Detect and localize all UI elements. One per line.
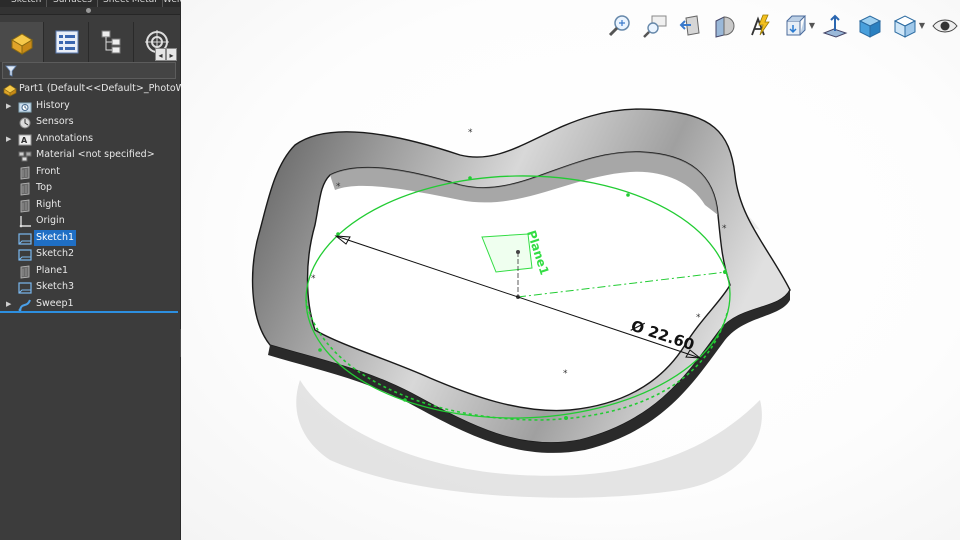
- plane-icon: [20, 182, 30, 196]
- svg-text:*: *: [696, 313, 701, 323]
- model-view: Plane1 Ø 22.60 * * * * * *: [251, 108, 791, 498]
- tree-item-label: Plane1: [36, 264, 69, 276]
- annotations-icon: A: [18, 134, 32, 145]
- tree-item-label: Sweep1: [36, 297, 74, 309]
- part-icon: [3, 84, 17, 97]
- command-tab-2[interactable]: Sheet Metal: [98, 0, 163, 7]
- filter-funnel-icon: [5, 65, 17, 77]
- sketch-icon: [18, 232, 32, 245]
- property-list-icon: [55, 30, 78, 54]
- graphics-area[interactable]: Plane1 Ø 22.60 * * * * * * ▼ ▼: [181, 0, 960, 540]
- plane-icon: [20, 199, 30, 212]
- tree-item-label: Sensors: [36, 116, 74, 127]
- tree-item-label: Front: [36, 165, 61, 177]
- svg-text:*: *: [336, 182, 341, 192]
- plane-icon: [20, 166, 30, 179]
- history-folder-icon: [18, 102, 32, 112]
- normal-to-button[interactable]: [820, 10, 850, 42]
- plane-icon: [20, 265, 30, 278]
- sketch-icon: [18, 282, 32, 294]
- display-style-button[interactable]: [855, 10, 885, 42]
- zoom-to-fit-button[interactable]: [605, 10, 635, 42]
- tree-item-label: Origin: [36, 215, 65, 226]
- svg-text:*: *: [722, 224, 727, 234]
- tab-configurationmanager[interactable]: [90, 22, 134, 62]
- svg-text:A: A: [21, 136, 28, 145]
- tree-item-label: History: [36, 99, 70, 111]
- manager-tabs: [0, 22, 180, 62]
- previous-view-icon: [679, 15, 700, 36]
- origin-icon: [19, 216, 31, 228]
- section-view-button[interactable]: [710, 10, 740, 42]
- display-style-icon: [858, 15, 882, 38]
- tree-rollback-bar[interactable]: [0, 311, 178, 313]
- command-tab-1[interactable]: Surfaces: [48, 0, 98, 7]
- display-mode-dropdown[interactable]: ▼: [918, 20, 926, 32]
- display-mode-button[interactable]: [890, 10, 920, 42]
- sweep1-body[interactable]: [251, 108, 791, 453]
- tab-propertymanager[interactable]: [45, 22, 89, 62]
- scroll-left-icon[interactable]: ◂: [155, 48, 166, 61]
- sensor-icon: [19, 117, 31, 129]
- sweep-icon: [18, 299, 31, 311]
- view-orientation-dropdown[interactable]: ▼: [808, 20, 816, 32]
- sketch-icon: [18, 249, 32, 261]
- expand-arrow-icon[interactable]: ▶: [6, 98, 12, 114]
- previous-view-button[interactable]: [675, 10, 705, 42]
- svg-text:*: *: [563, 369, 568, 379]
- configuration-tree-icon: [101, 30, 120, 54]
- zoom-to-area-icon: [643, 15, 667, 38]
- hide-show-button[interactable]: [930, 10, 960, 42]
- hidden-lines-icon: [893, 15, 917, 38]
- tree-item-label: Sketch2: [36, 248, 75, 259]
- tab-featuremanager[interactable]: [0, 22, 44, 62]
- dynamic-annotation-icon: [751, 14, 770, 36]
- normal-to-icon: [822, 14, 848, 38]
- zoom-to-area-button[interactable]: [640, 10, 670, 42]
- svg-text:*: *: [468, 128, 473, 138]
- splitter-grip-icon: [86, 8, 91, 13]
- expand-arrow-icon[interactable]: ▶: [6, 296, 12, 312]
- view-orientation-icon: [786, 15, 807, 36]
- dynamic-annotation-button[interactable]: [745, 10, 775, 42]
- command-tab-0[interactable]: Sketch: [6, 0, 48, 7]
- tree-item-label: Top: [36, 182, 53, 193]
- tree-item-label: Material <not specified>: [36, 149, 155, 160]
- hide-show-icon: [932, 19, 958, 33]
- part-tree-icon: [10, 33, 33, 55]
- material-icon: [18, 151, 32, 162]
- scroll-right-icon[interactable]: ▸: [166, 48, 177, 61]
- panel-splitter[interactable]: [0, 7, 180, 15]
- tree-item-label: Sketch3: [36, 281, 75, 292]
- view-orientation-button[interactable]: [780, 10, 810, 42]
- tab-scroll-arrows: ◂ ▸: [155, 43, 179, 61]
- tree-item-label: Right: [36, 198, 62, 210]
- expand-arrow-icon[interactable]: ▶: [6, 131, 12, 147]
- zoom-to-fit-icon: [608, 15, 630, 37]
- tree-item-label: Annotations: [36, 132, 94, 144]
- tree-filter-input[interactable]: [2, 62, 176, 79]
- section-view-icon: [715, 16, 735, 38]
- svg-text:*: *: [311, 274, 316, 284]
- tree-item-label: Sketch1: [34, 229, 77, 246]
